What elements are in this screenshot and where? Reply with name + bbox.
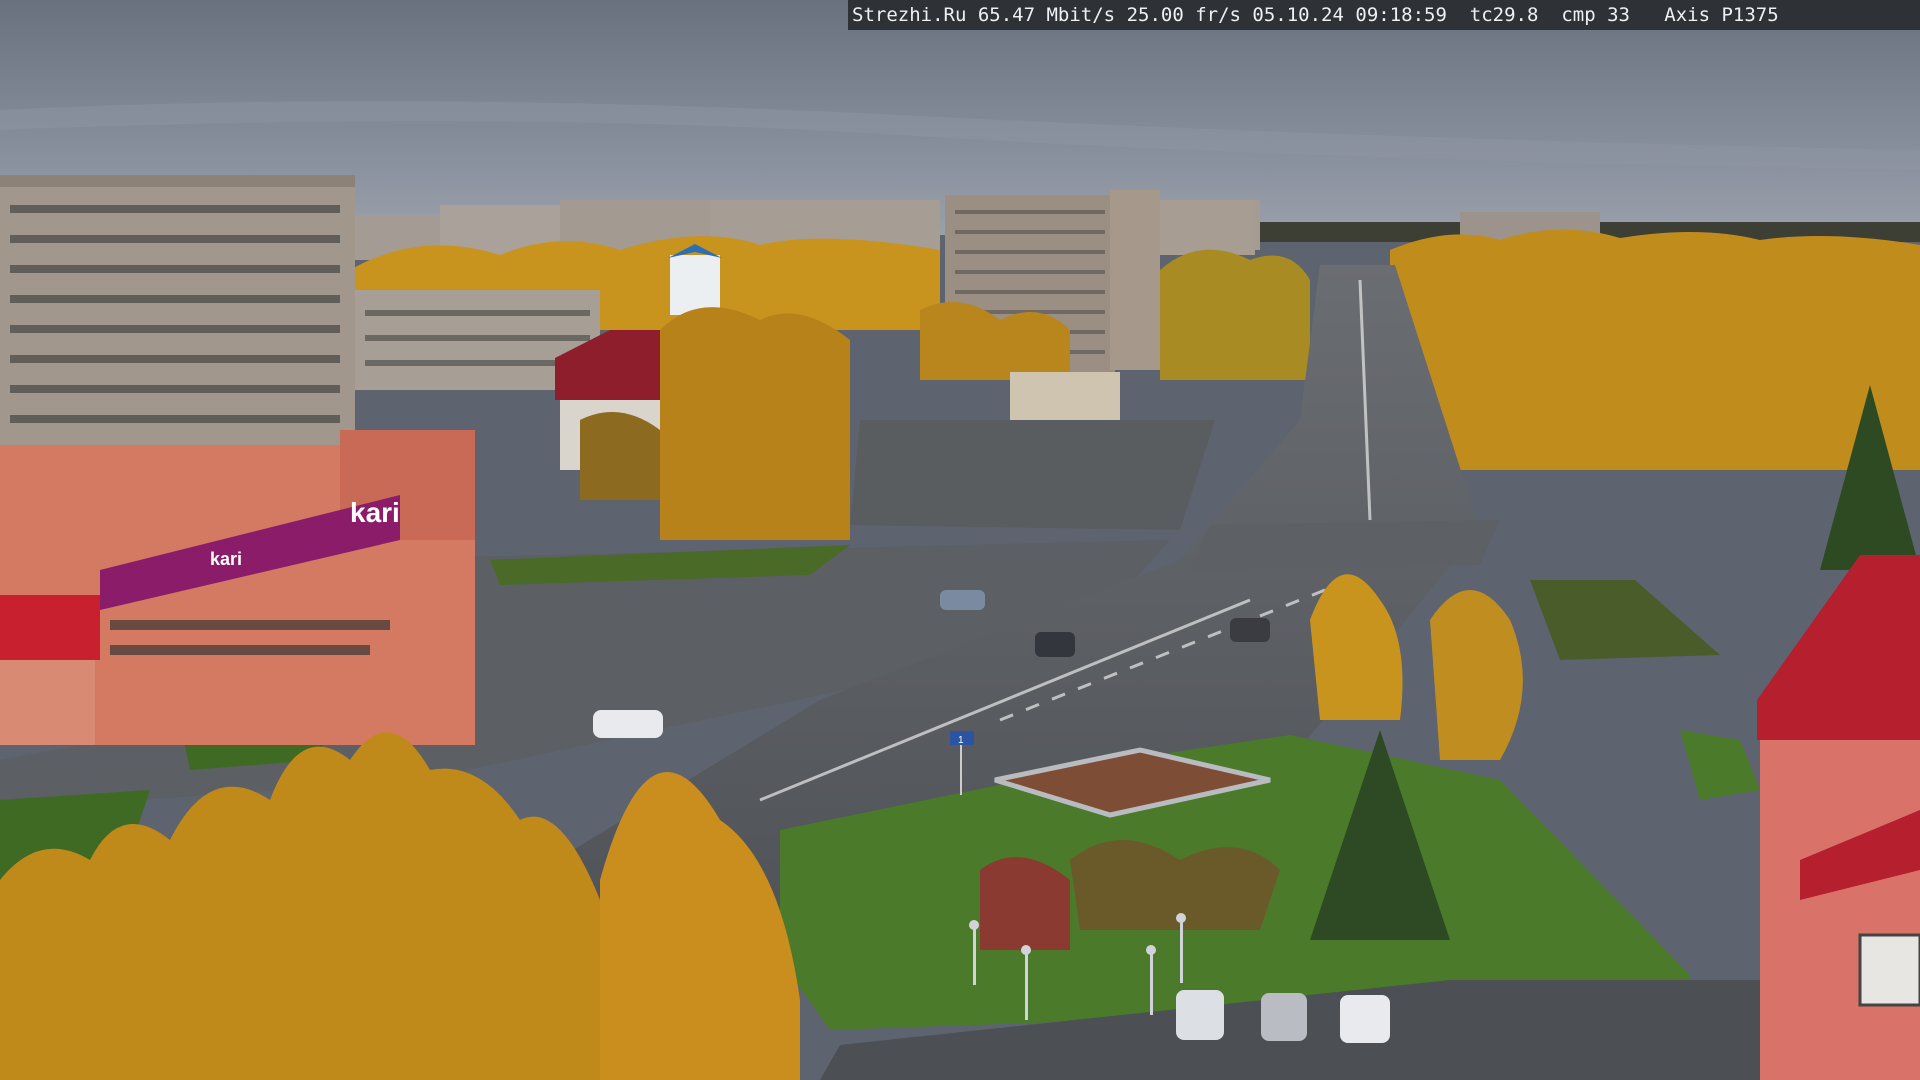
overlay-framerate: 25.00 fr/s <box>1126 4 1241 26</box>
road-sign-label: 1 <box>958 735 964 746</box>
plaza <box>850 420 1215 530</box>
camera-info-overlay: Strezhi.Ru 65.47 Mbit/s 25.00 fr/s 05.10… <box>848 0 1920 30</box>
webcam-scene: kari kari 1 <box>0 0 1920 1080</box>
kari-sign-small: kari <box>210 549 242 569</box>
overlay-site: Strezhi.Ru <box>852 4 967 26</box>
overlay-cmp: cmp 33 <box>1561 4 1630 26</box>
kari-store <box>0 430 475 745</box>
overlay-tc: tc29.8 <box>1469 4 1539 26</box>
overlay-time: 09:18:59 <box>1355 4 1447 26</box>
overlay-bitrate: 65.47 Mbit/s <box>977 4 1116 26</box>
kari-sign-main: kari <box>350 497 400 528</box>
far-foliage-right <box>1390 229 1920 470</box>
overlay-camera: Axis P1375 <box>1664 4 1779 26</box>
red-tower-building <box>1757 555 1920 1080</box>
overlay-date: 05.10.24 <box>1252 4 1344 26</box>
